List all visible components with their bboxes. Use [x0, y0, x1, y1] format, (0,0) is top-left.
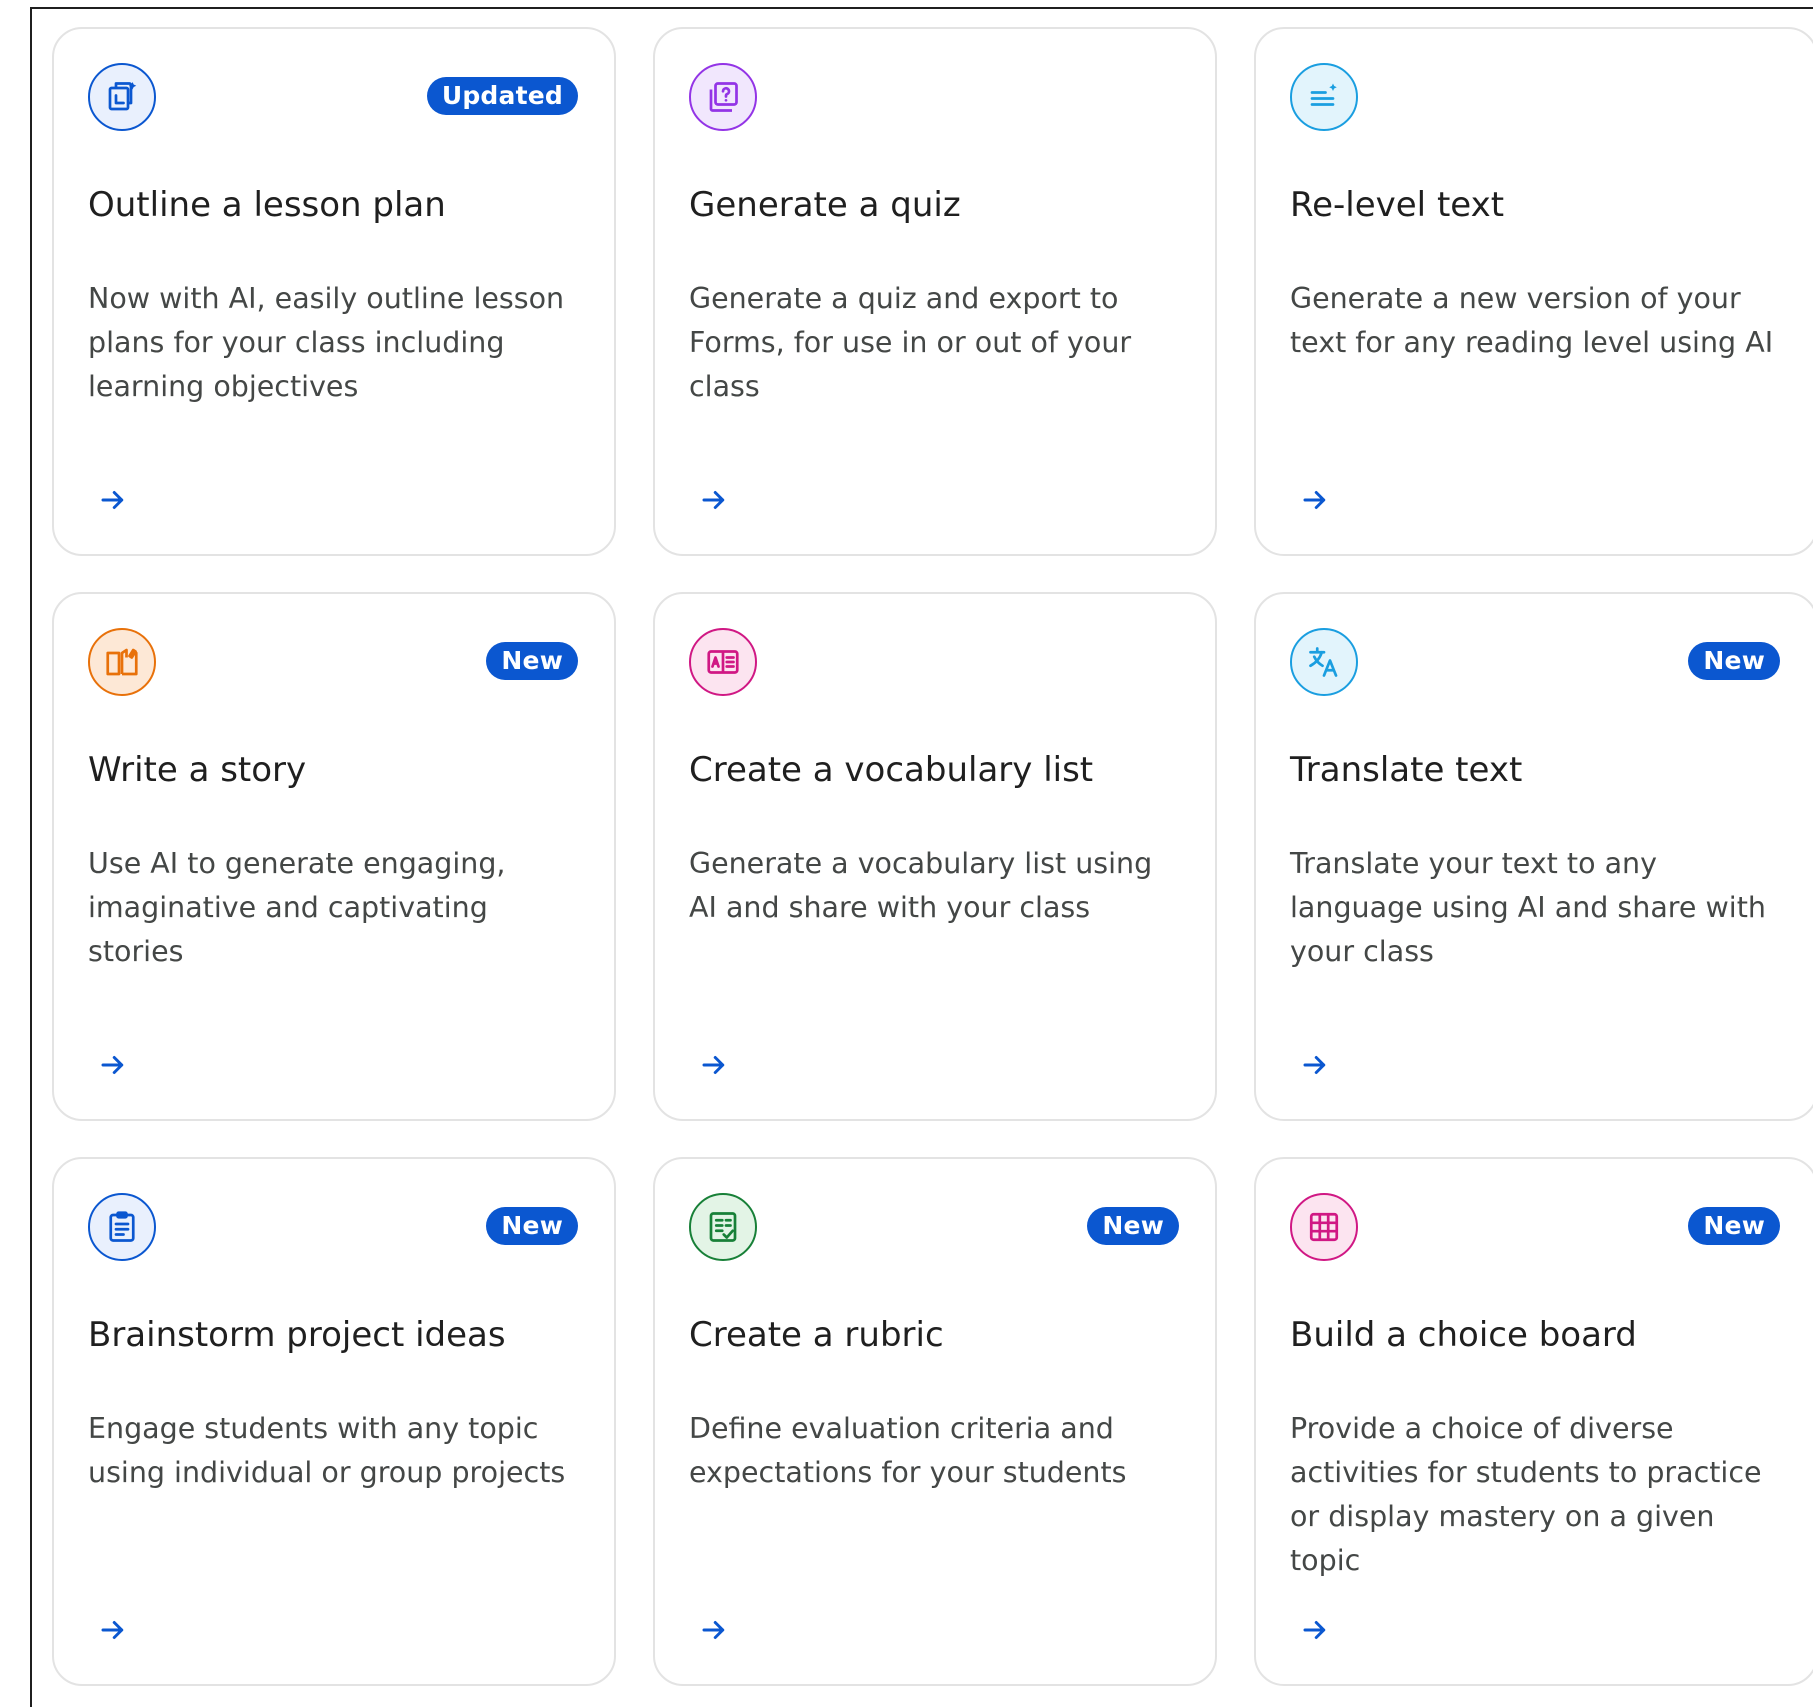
tool-card-translate-text[interactable]: New Translate text Translate your text t…	[1254, 592, 1813, 1121]
arrow-right-icon[interactable]	[98, 485, 128, 515]
card-description: Engage students with any topic using ind…	[88, 1412, 566, 1489]
tools-grid: Updated Outline a lesson plan Now with A…	[52, 27, 1813, 1686]
card-description: Now with AI, easily outline lesson plans…	[88, 282, 565, 403]
tool-card-outline-lesson-plan[interactable]: Updated Outline a lesson plan Now with A…	[52, 27, 616, 556]
new-badge: New	[486, 642, 578, 680]
card-title: Write a story	[88, 750, 307, 790]
card-title: Translate text	[1290, 750, 1523, 790]
card-title: Build a choice board	[1290, 1315, 1637, 1355]
translate-icon	[1290, 628, 1358, 696]
arrow-right-icon[interactable]	[1300, 1615, 1330, 1645]
vocabulary-book-icon	[689, 628, 757, 696]
updated-badge: Updated	[426, 77, 578, 115]
arrow-right-icon[interactable]	[98, 1050, 128, 1080]
tool-card-vocabulary-list[interactable]: Create a vocabulary list Generate a voca…	[653, 592, 1217, 1121]
quiz-icon	[689, 63, 757, 131]
card-description: Generate a vocabulary list using AI and …	[689, 847, 1153, 924]
card-description: Use AI to generate engaging, imaginative…	[88, 847, 506, 968]
card-title: Generate a quiz	[689, 185, 961, 225]
card-description: Provide a choice of diverse activities f…	[1290, 1412, 1762, 1577]
tool-card-relevel-text[interactable]: Re-level text Generate a new version of …	[1254, 27, 1813, 556]
card-description: Generate a quiz and export to Forms, for…	[689, 282, 1132, 403]
tool-card-create-rubric[interactable]: New Create a rubric Define evaluation cr…	[653, 1157, 1217, 1686]
tool-card-choice-board[interactable]: New Build a choice board Provide a choic…	[1254, 1157, 1813, 1686]
new-badge: New	[1688, 1207, 1780, 1245]
new-badge: New	[1688, 642, 1780, 680]
tool-card-brainstorm-projects[interactable]: New Brainstorm project ideas Engage stud…	[52, 1157, 616, 1686]
card-title: Re-level text	[1290, 185, 1505, 225]
card-title: Create a vocabulary list	[689, 750, 1094, 790]
card-title: Outline a lesson plan	[88, 185, 446, 225]
arrow-right-icon[interactable]	[699, 485, 729, 515]
arrow-right-icon[interactable]	[699, 1615, 729, 1645]
tool-card-generate-quiz[interactable]: Generate a quiz Generate a quiz and expo…	[653, 27, 1217, 556]
tool-card-write-story[interactable]: New Write a story Use AI to generate eng…	[52, 592, 616, 1121]
choice-board-grid-icon	[1290, 1193, 1358, 1261]
lesson-plan-icon	[88, 63, 156, 131]
card-title: Brainstorm project ideas	[88, 1315, 506, 1355]
card-description: Translate your text to any language usin…	[1290, 847, 1766, 968]
arrow-right-icon[interactable]	[699, 1050, 729, 1080]
new-badge: New	[486, 1207, 578, 1245]
card-title: Create a rubric	[689, 1315, 944, 1355]
story-book-icon	[88, 628, 156, 696]
arrow-right-icon[interactable]	[1300, 1050, 1330, 1080]
arrow-right-icon[interactable]	[1300, 485, 1330, 515]
relevel-text-icon	[1290, 63, 1358, 131]
rubric-checklist-icon	[689, 1193, 757, 1261]
arrow-right-icon[interactable]	[98, 1615, 128, 1645]
card-description: Generate a new version of your text for …	[1290, 282, 1774, 359]
card-description: Define evaluation criteria and expectati…	[689, 1412, 1127, 1489]
new-badge: New	[1087, 1207, 1179, 1245]
clipboard-icon	[88, 1193, 156, 1261]
